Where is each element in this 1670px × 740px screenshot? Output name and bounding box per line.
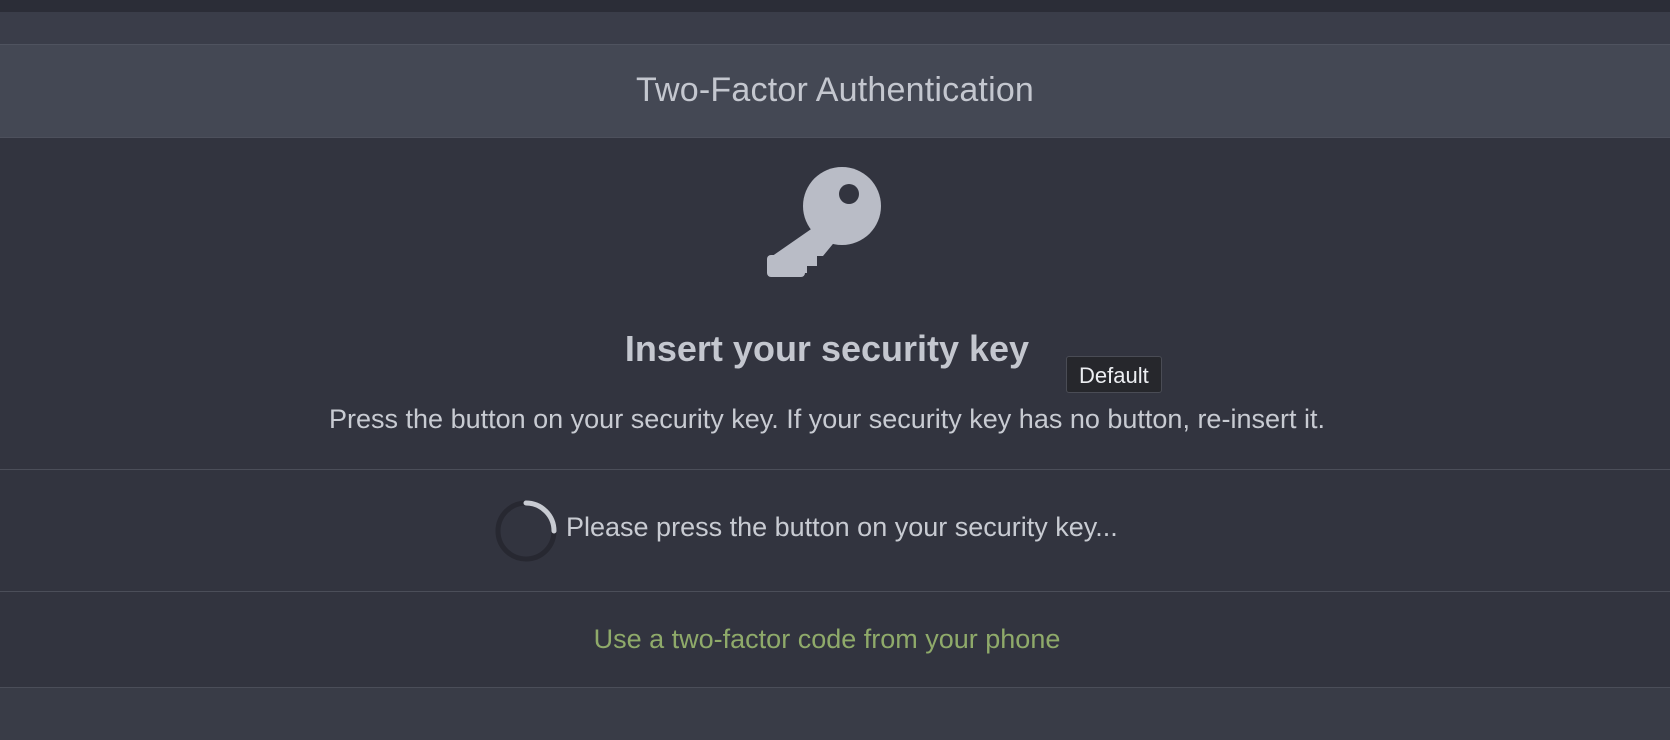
divider [0, 591, 1670, 592]
loading-spinner-icon [494, 499, 558, 563]
top-bar [0, 0, 1670, 12]
use-two-factor-code-link[interactable]: Use a two-factor code from your phone [0, 624, 1654, 655]
divider [0, 469, 1670, 470]
prompt-description: Press the button on your security key. I… [329, 404, 1325, 434]
dialog-header: Two-Factor Authentication [0, 44, 1670, 138]
prompt-title: Insert your security key [624, 328, 1030, 369]
dialog-footer [0, 688, 1670, 740]
toolbar-strip [0, 12, 1670, 44]
tooltip: Default [1066, 356, 1162, 393]
status-text: Please press the button on your security… [566, 512, 1118, 542]
dialog-title: Two-Factor Authentication [635, 70, 1035, 109]
key-icon [765, 163, 885, 283]
